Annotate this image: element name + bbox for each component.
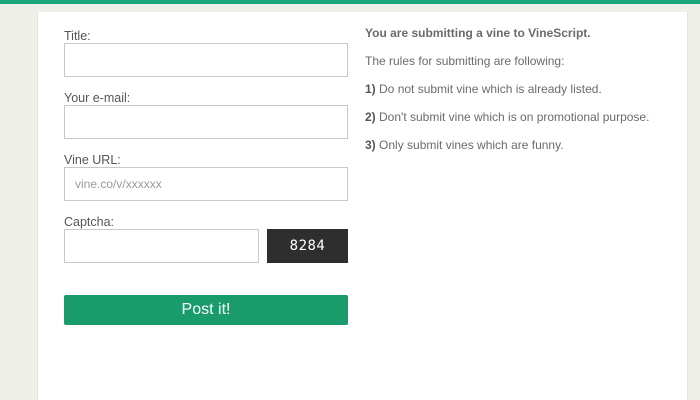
rules-heading: You are submitting a vine to VineScript.	[365, 26, 591, 40]
post-it-button[interactable]: Post it!	[64, 295, 348, 325]
captcha-input[interactable]	[64, 229, 259, 263]
rule-text: Only submit vines which are funny.	[379, 138, 564, 152]
captcha-image: 8284	[267, 229, 348, 263]
rules-intro: The rules for submitting are following:	[365, 54, 565, 68]
vine-url-input[interactable]	[64, 167, 348, 201]
email-label: Your e-mail:	[64, 91, 131, 105]
rule-item: 1) Do not submit vine which is already l…	[365, 82, 602, 96]
title-label: Title:	[64, 29, 91, 43]
rule-number: 3)	[365, 138, 376, 152]
vine-url-label: Vine URL:	[64, 153, 121, 167]
rule-number: 2)	[365, 110, 376, 124]
submit-card: Title: Your e-mail: Vine URL: Captcha: 8…	[37, 12, 688, 400]
rule-text: Don't submit vine which is on promotiona…	[379, 110, 650, 124]
rule-item: 2) Don't submit vine which is on promoti…	[365, 110, 649, 124]
email-input[interactable]	[64, 105, 348, 139]
title-input[interactable]	[64, 43, 348, 77]
captcha-label: Captcha:	[64, 215, 115, 229]
rule-item: 3) Only submit vines which are funny.	[365, 138, 564, 152]
rule-number: 1)	[365, 82, 376, 96]
top-accent-bar	[0, 0, 700, 4]
rule-text: Do not submit vine which is already list…	[379, 82, 602, 96]
